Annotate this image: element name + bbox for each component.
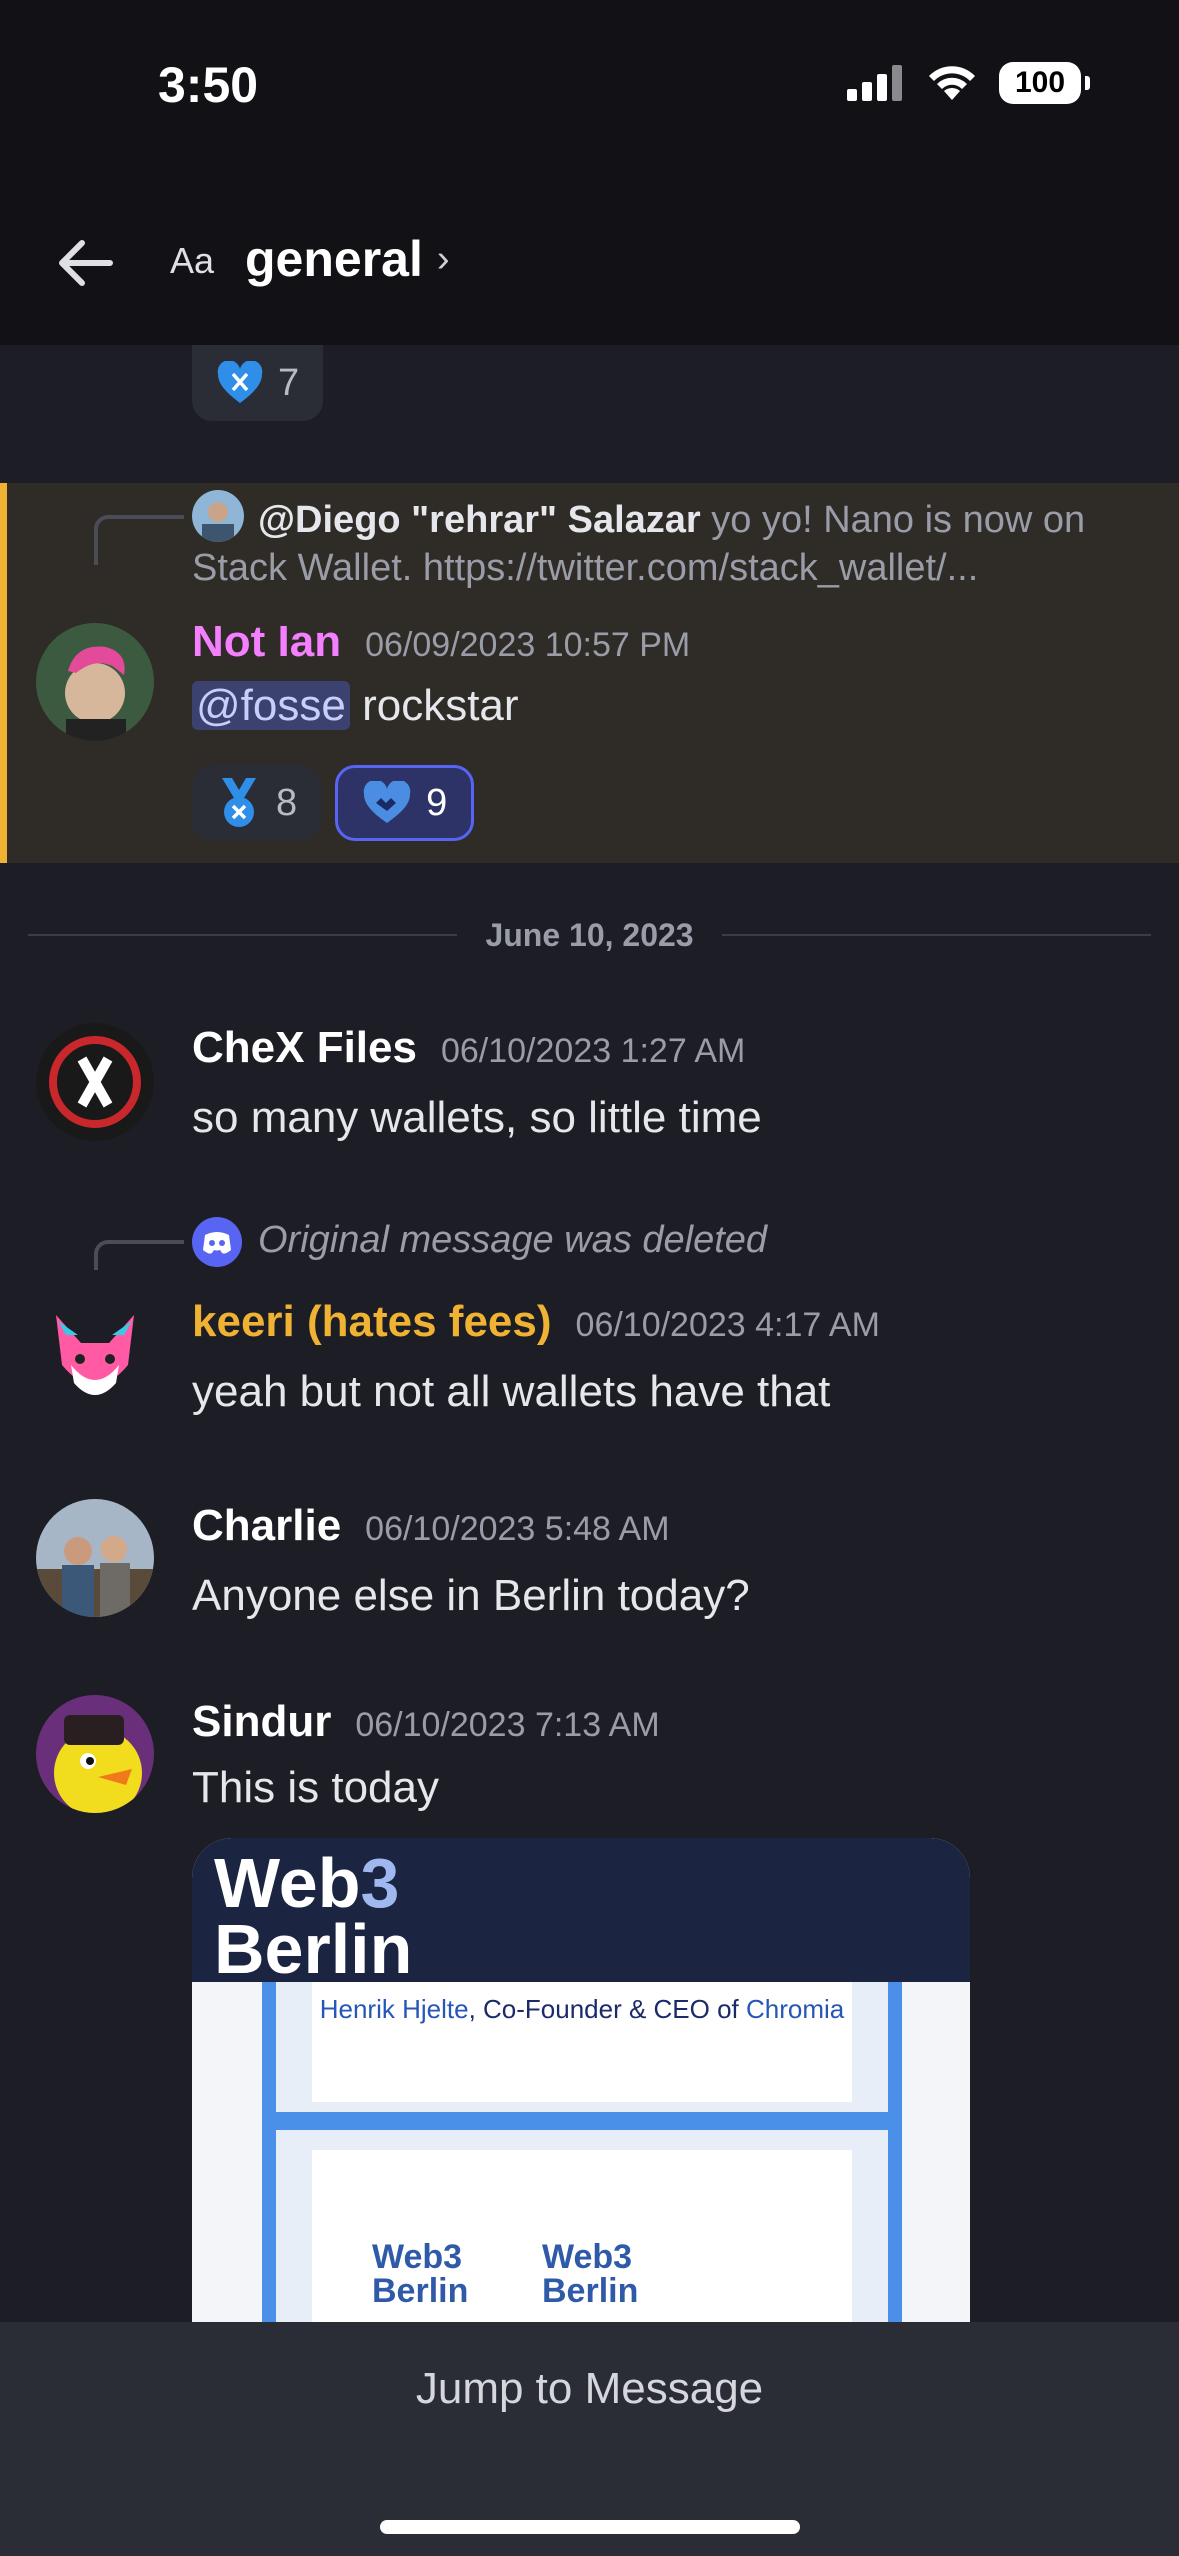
reply-avatar bbox=[192, 490, 244, 542]
reaction-row: 8 9 bbox=[192, 765, 475, 841]
status-icons: 100 bbox=[847, 62, 1090, 104]
reply-text: yo yo! Nano is now on bbox=[711, 499, 1086, 541]
wifi-icon bbox=[929, 66, 975, 100]
discord-icon bbox=[192, 1217, 242, 1267]
message-text: @fosse rockstar bbox=[192, 681, 519, 731]
battery-icon: 100 bbox=[999, 62, 1090, 104]
author-name[interactable]: Charlie bbox=[192, 1501, 341, 1551]
reply-text-line2: Stack Wallet. https://twitter.com/stack_… bbox=[192, 547, 979, 589]
font-size-toggle[interactable]: Aa bbox=[170, 240, 214, 282]
reaction-count: 7 bbox=[278, 361, 300, 404]
reply-deleted: Original message was deleted bbox=[258, 1219, 768, 1261]
message-header: Charlie 06/10/2023 5:48 AM bbox=[192, 1501, 670, 1551]
web3-berlin-logo: Web3 Berlin bbox=[214, 1844, 413, 1988]
reply-connector bbox=[94, 515, 184, 565]
reaction-chip[interactable]: 7 bbox=[192, 345, 324, 421]
image-attachment[interactable]: Web3 Berlin Henrik Hjelte, Co-Founder & … bbox=[192, 1838, 970, 2323]
message-header: keeri (hates fees) 06/10/2023 4:17 AM bbox=[192, 1297, 880, 1347]
avatar[interactable] bbox=[36, 623, 154, 741]
speaker-caption: Henrik Hjelte, Co-Founder & CEO of Chrom… bbox=[319, 1994, 845, 2024]
timestamp: 06/10/2023 4:17 AM bbox=[575, 1306, 880, 1344]
avatar[interactable] bbox=[36, 1295, 154, 1413]
channel-name: general bbox=[245, 231, 423, 287]
reaction-count: 9 bbox=[426, 781, 448, 824]
back-arrow-icon[interactable] bbox=[50, 228, 120, 298]
message-feed[interactable]: 7 @Diego "rehrar" Salazar yo yo! Nano is… bbox=[0, 345, 1179, 2323]
jump-to-message-button[interactable]: Jump to Message bbox=[0, 2364, 1179, 2414]
message-header: Not Ian 06/09/2023 10:57 PM bbox=[192, 617, 690, 667]
message-header: CheX Files 06/10/2023 1:27 AM bbox=[192, 1023, 745, 1073]
embed-body: Henrik Hjelte, Co-Founder & CEO of Chrom… bbox=[262, 1982, 902, 2323]
timestamp: 06/09/2023 10:57 PM bbox=[365, 626, 691, 664]
home-indicator bbox=[380, 2520, 800, 2534]
mini-logo: Web3 Berlin bbox=[372, 2238, 469, 2310]
date-divider: June 10, 2023 bbox=[28, 905, 1152, 965]
embed-banner: Web3 Berlin bbox=[192, 1838, 970, 1988]
mini-logo: Web3 Berlin bbox=[542, 2238, 639, 2310]
timestamp: 06/10/2023 7:13 AM bbox=[355, 1706, 660, 1744]
reaction-chip-selected[interactable]: 9 bbox=[335, 765, 475, 841]
author-name[interactable]: keeri (hates fees) bbox=[192, 1297, 552, 1347]
reply-connector bbox=[94, 1240, 184, 1270]
message-text: This is today bbox=[192, 1763, 439, 1812]
heart-emoji-icon bbox=[363, 781, 411, 823]
jump-to-message-bar[interactable]: Jump to Message bbox=[0, 2322, 1179, 2556]
avatar[interactable] bbox=[36, 1499, 154, 1617]
channel-title[interactable]: general › bbox=[245, 230, 450, 288]
signal-icon bbox=[847, 65, 902, 101]
avatar[interactable] bbox=[36, 1695, 154, 1813]
timestamp: 06/10/2023 5:48 AM bbox=[365, 1510, 670, 1548]
message-text: yeah but not all wallets have that bbox=[192, 1367, 831, 1416]
user-mention[interactable]: @fosse bbox=[192, 681, 350, 730]
avatar[interactable] bbox=[36, 1023, 154, 1141]
reaction-count: 8 bbox=[276, 781, 298, 824]
author-name[interactable]: CheX Files bbox=[192, 1023, 417, 1073]
timestamp: 06/10/2023 1:27 AM bbox=[440, 1032, 746, 1070]
top-bar: 3:50 100 Aa general › bbox=[0, 0, 1179, 345]
message-body: rockstar bbox=[349, 681, 519, 730]
reply-preview[interactable]: @Diego "rehrar" Salazar yo yo! Nano is n… bbox=[258, 493, 1158, 547]
chevron-right-icon: › bbox=[436, 237, 450, 280]
status-time: 3:50 bbox=[158, 57, 259, 113]
message-text: Anyone else in Berlin today? bbox=[192, 1571, 750, 1620]
message-text: so many wallets, so little time bbox=[192, 1093, 762, 1142]
author-name[interactable]: Not Ian bbox=[192, 617, 341, 667]
heart-x-emoji-icon bbox=[217, 361, 263, 403]
author-name[interactable]: Sindur bbox=[192, 1697, 331, 1747]
message-header: Sindur 06/10/2023 7:13 AM bbox=[192, 1697, 660, 1747]
medal-emoji-icon bbox=[222, 778, 256, 827]
date-label: June 10, 2023 bbox=[485, 916, 694, 953]
reaction-chip[interactable]: 8 bbox=[192, 765, 322, 841]
reply-author: @Diego "rehrar" Salazar bbox=[258, 499, 701, 541]
